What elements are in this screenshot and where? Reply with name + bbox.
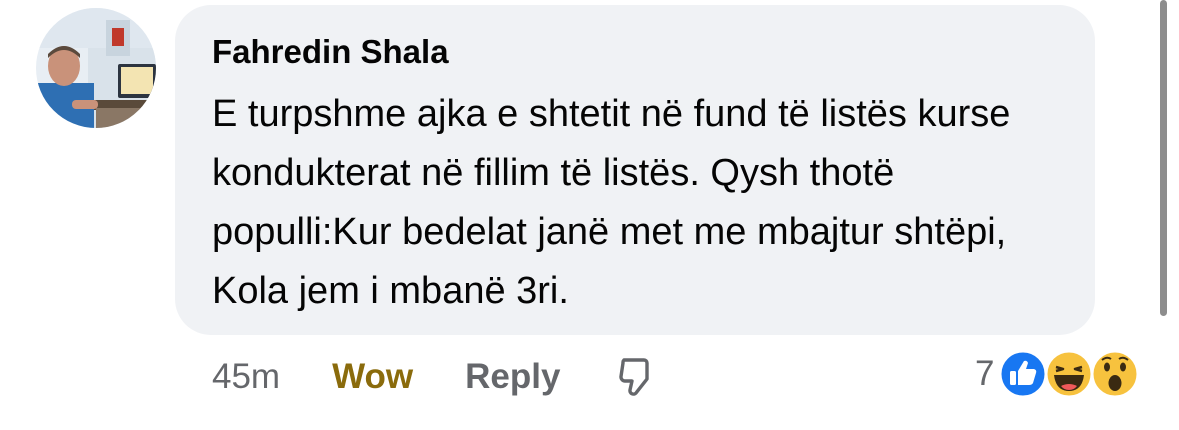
reaction-button[interactable]: Wow (332, 357, 413, 397)
comment-text: E turpshme ajka e shtetit në fund të lis… (212, 93, 1011, 312)
comment-timestamp[interactable]: 45m (212, 357, 280, 397)
like-icon (998, 349, 1048, 399)
haha-icon (1044, 349, 1094, 399)
avatar[interactable] (36, 8, 156, 128)
comment-actions: 45m Wow Reply (212, 352, 659, 402)
reaction-icons (996, 346, 1142, 402)
comment-bubble: Fahredin Shala E turpshme ajka e shtetit… (175, 5, 1095, 335)
comment-author[interactable]: Fahredin Shala (212, 33, 449, 71)
dislike-button[interactable] (615, 355, 659, 399)
scrollbar[interactable] (1160, 0, 1167, 316)
reaction-count: 7 (975, 354, 995, 393)
reaction-summary[interactable]: 7 (975, 344, 1142, 404)
thumbs-down-outline-icon (619, 358, 650, 396)
wow-icon (1090, 349, 1140, 399)
reply-button[interactable]: Reply (465, 357, 560, 397)
